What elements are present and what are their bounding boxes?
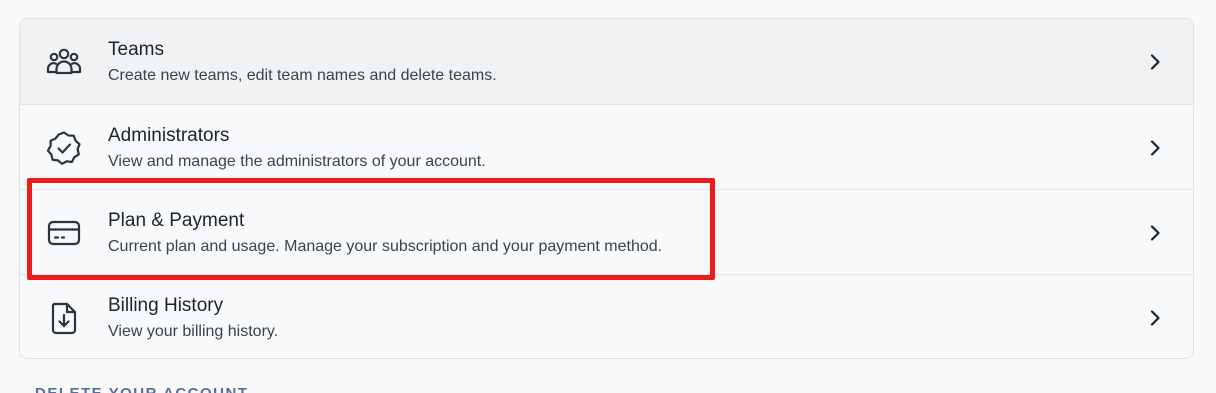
chevron-right-icon	[1145, 138, 1165, 158]
row-description: View and manage the administrators of yo…	[108, 153, 486, 170]
settings-row-plan-payment[interactable]: Plan & Payment Current plan and usage. M…	[20, 189, 1193, 274]
settings-row-billing-history[interactable]: Billing History View your billing histor…	[20, 274, 1193, 358]
chevron-right-icon	[1145, 223, 1165, 243]
row-description: Current plan and usage. Manage your subs…	[108, 238, 663, 255]
settings-list-card: Teams Create new teams, edit team names …	[19, 18, 1194, 359]
row-title: Administrators	[108, 125, 230, 146]
verified-badge-icon	[45, 129, 83, 167]
settings-row-teams[interactable]: Teams Create new teams, edit team names …	[20, 19, 1193, 104]
row-title: Billing History	[108, 295, 224, 316]
chevron-right-icon	[1145, 308, 1165, 328]
row-description: View your billing history.	[108, 323, 279, 340]
file-download-icon	[45, 299, 83, 337]
row-description: Create new teams, edit team names and de…	[108, 67, 497, 84]
chevron-right-icon	[1145, 52, 1165, 72]
settings-row-administrators[interactable]: Administrators View and manage the admin…	[20, 104, 1193, 189]
team-group-icon	[45, 43, 83, 81]
account-settings-page: Teams Create new teams, edit team names …	[0, 0, 1216, 393]
credit-card-icon	[45, 214, 83, 252]
row-title: Teams	[108, 39, 164, 60]
delete-account-heading: DELETE YOUR ACCOUNT	[35, 385, 249, 393]
row-title: Plan & Payment	[108, 210, 245, 231]
